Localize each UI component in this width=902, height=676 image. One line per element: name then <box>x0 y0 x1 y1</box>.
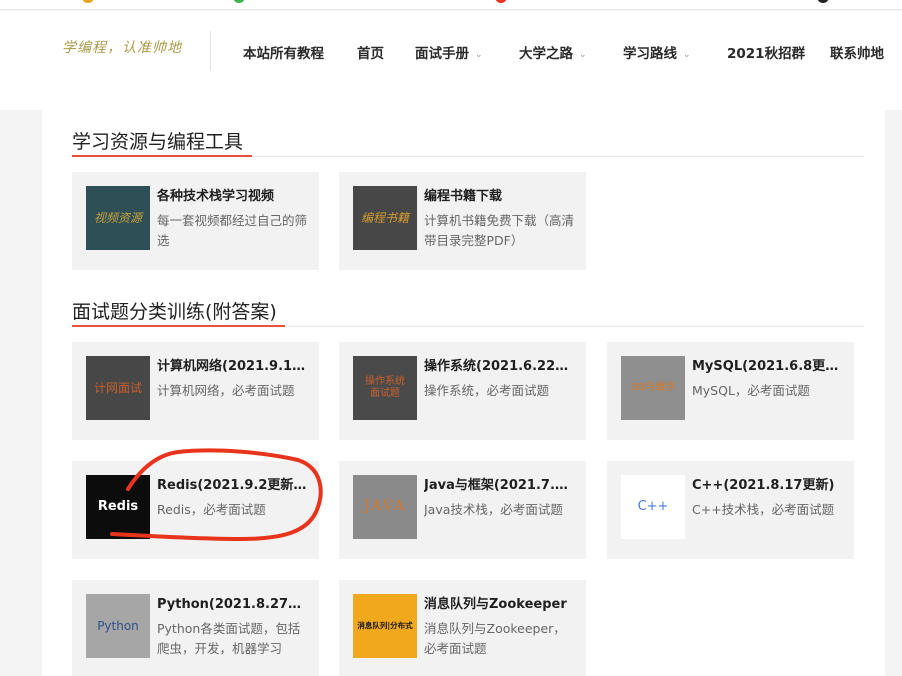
nav-label: 学习路线 <box>623 46 677 62</box>
nav-item-all-tutorials[interactable]: 本站所有教程 <box>243 42 324 62</box>
card-title: MySQL(2021.6.8更新) <box>692 359 844 374</box>
section-title-underline <box>72 155 252 157</box>
thumb-text: Python <box>97 618 139 633</box>
thumb-text: 操作系统面试题 <box>365 375 405 400</box>
site-header: 学编程，认准帅地 本站所有教程 首页 面试手册 ⌄ 大学之路 ⌄ 学习路线 ⌄ 202… <box>0 11 902 110</box>
section-title: 面试题分类训练(附答案) <box>72 301 277 323</box>
thumb-text: C++ <box>637 498 669 514</box>
card-python[interactable]: Python Python(2021.8.27更新) Python各类面试题，包… <box>72 580 319 676</box>
card-message-queue[interactable]: 消息队列|分布式 消息队列与Zookeeper 消息队列与Zookeeper，必… <box>339 580 586 676</box>
section-title: 学习资源与编程工具 <box>72 131 244 153</box>
card-description: Redis，必考面试题 <box>157 502 266 517</box>
thumb-text: 计网面试 <box>93 380 142 395</box>
header-divider <box>210 31 211 71</box>
card-title: 编程书籍下载 <box>424 189 503 204</box>
thumb-text: DB与缓存 <box>630 381 676 393</box>
card-description: 每一套视频都经过自己的筛选 <box>157 213 308 248</box>
card-description: 计算机书籍免费下载（高清带目录完整PDF） <box>424 213 575 248</box>
card-thumbnail: 编程书籍 <box>353 186 417 250</box>
card-book-download[interactable]: 编程书籍 编程书籍下载 计算机书籍免费下载（高清带目录完整PDF） <box>339 172 586 270</box>
card-title: C++(2021.8.17更新) <box>692 478 835 493</box>
card-java[interactable]: JAVA Java与框架(2021.7.13更新) Java技术栈，必考面试题 <box>339 461 586 559</box>
strip-mark <box>817 0 829 3</box>
card-thumbnail: Python <box>86 594 150 658</box>
nav-item-home[interactable]: 首页 <box>357 42 384 62</box>
thumb-text: 视频资源 <box>93 210 142 225</box>
card-title: 消息队列与Zookeeper <box>424 597 567 612</box>
nav-label: 首页 <box>357 46 384 62</box>
card-title: 计算机网络(2021.9.1更新) <box>157 359 309 374</box>
card-description: 计算机网络，必考面试题 <box>157 383 295 398</box>
card-video-resources[interactable]: 视频资源 各种技术栈学习视频 每一套视频都经过自己的筛选 <box>72 172 319 270</box>
card-description: 消息队列与Zookeeper，必考面试题 <box>424 621 566 656</box>
thumb-text: JAVA <box>363 498 407 515</box>
card-title: Java与框架(2021.7.13更新) <box>424 478 576 493</box>
site-logo[interactable]: 学编程，认准帅地 <box>62 37 182 57</box>
strip-mark <box>233 0 245 3</box>
top-strip <box>0 0 902 10</box>
section-title-underline <box>72 325 285 327</box>
strip-mark <box>495 0 507 3</box>
card-redis[interactable]: Redis Redis(2021.9.2更新,全) Redis，必考面试题 <box>72 461 319 559</box>
card-computer-network[interactable]: 计网面试 计算机网络(2021.9.1更新) 计算机网络，必考面试题 <box>72 342 319 440</box>
strip-mark <box>82 0 94 3</box>
card-thumbnail: DB与缓存 <box>621 356 685 420</box>
nav-label: 联系帅地 <box>830 46 884 62</box>
card-mysql[interactable]: DB与缓存 MySQL(2021.6.8更新) MySQL，必考面试题 <box>607 342 854 440</box>
card-thumbnail: 视频资源 <box>86 186 150 250</box>
card-title: Redis(2021.9.2更新,全) <box>157 478 309 493</box>
card-title: Python(2021.8.27更新) <box>157 597 309 612</box>
card-thumbnail: Redis <box>86 475 150 539</box>
chevron-down-icon: ⌄ <box>683 50 691 60</box>
nav-item-learning-path[interactable]: 学习路线 ⌄ <box>623 42 691 62</box>
card-cpp[interactable]: C++ C++(2021.8.17更新) C++技术栈，必考面试题 <box>607 461 854 559</box>
nav-label: 本站所有教程 <box>243 46 324 62</box>
thumb-text: 消息队列|分布式 <box>357 621 413 631</box>
nav-label: 2021秋招群 <box>727 46 806 62</box>
nav-item-interview-manual[interactable]: 面试手册 ⌄ <box>415 42 483 62</box>
chevron-down-icon: ⌄ <box>475 50 483 60</box>
nav-item-university[interactable]: 大学之路 ⌄ <box>519 42 587 62</box>
card-thumbnail: C++ <box>621 475 685 539</box>
card-title: 各种技术栈学习视频 <box>157 189 275 204</box>
nav-label: 面试手册 <box>415 46 469 62</box>
card-description: Java技术栈，必考面试题 <box>424 502 563 517</box>
card-thumbnail: 操作系统面试题 <box>353 356 417 420</box>
card-operating-system[interactable]: 操作系统面试题 操作系统(2021.6.22更新) 操作系统，必考面试题 <box>339 342 586 440</box>
card-thumbnail: 计网面试 <box>86 356 150 420</box>
nav-label: 大学之路 <box>519 46 573 62</box>
card-title: 操作系统(2021.6.22更新) <box>424 359 576 374</box>
card-thumbnail: 消息队列|分布式 <box>353 594 417 658</box>
card-description: C++技术栈，必考面试题 <box>692 502 835 517</box>
nav-item-contact[interactable]: 联系帅地 <box>830 42 884 62</box>
card-description: MySQL，必考面试题 <box>692 383 810 398</box>
card-description: Python各类面试题，包括爬虫，开发，机器学习 <box>157 621 301 656</box>
thumb-text: Redis <box>97 498 139 514</box>
thumb-text: 编程书籍 <box>360 210 409 225</box>
card-description: 操作系统，必考面试题 <box>424 383 550 398</box>
card-thumbnail: JAVA <box>353 475 417 539</box>
nav-item-recruit-group[interactable]: 2021秋招群 <box>727 42 805 62</box>
chevron-down-icon: ⌄ <box>579 50 587 60</box>
